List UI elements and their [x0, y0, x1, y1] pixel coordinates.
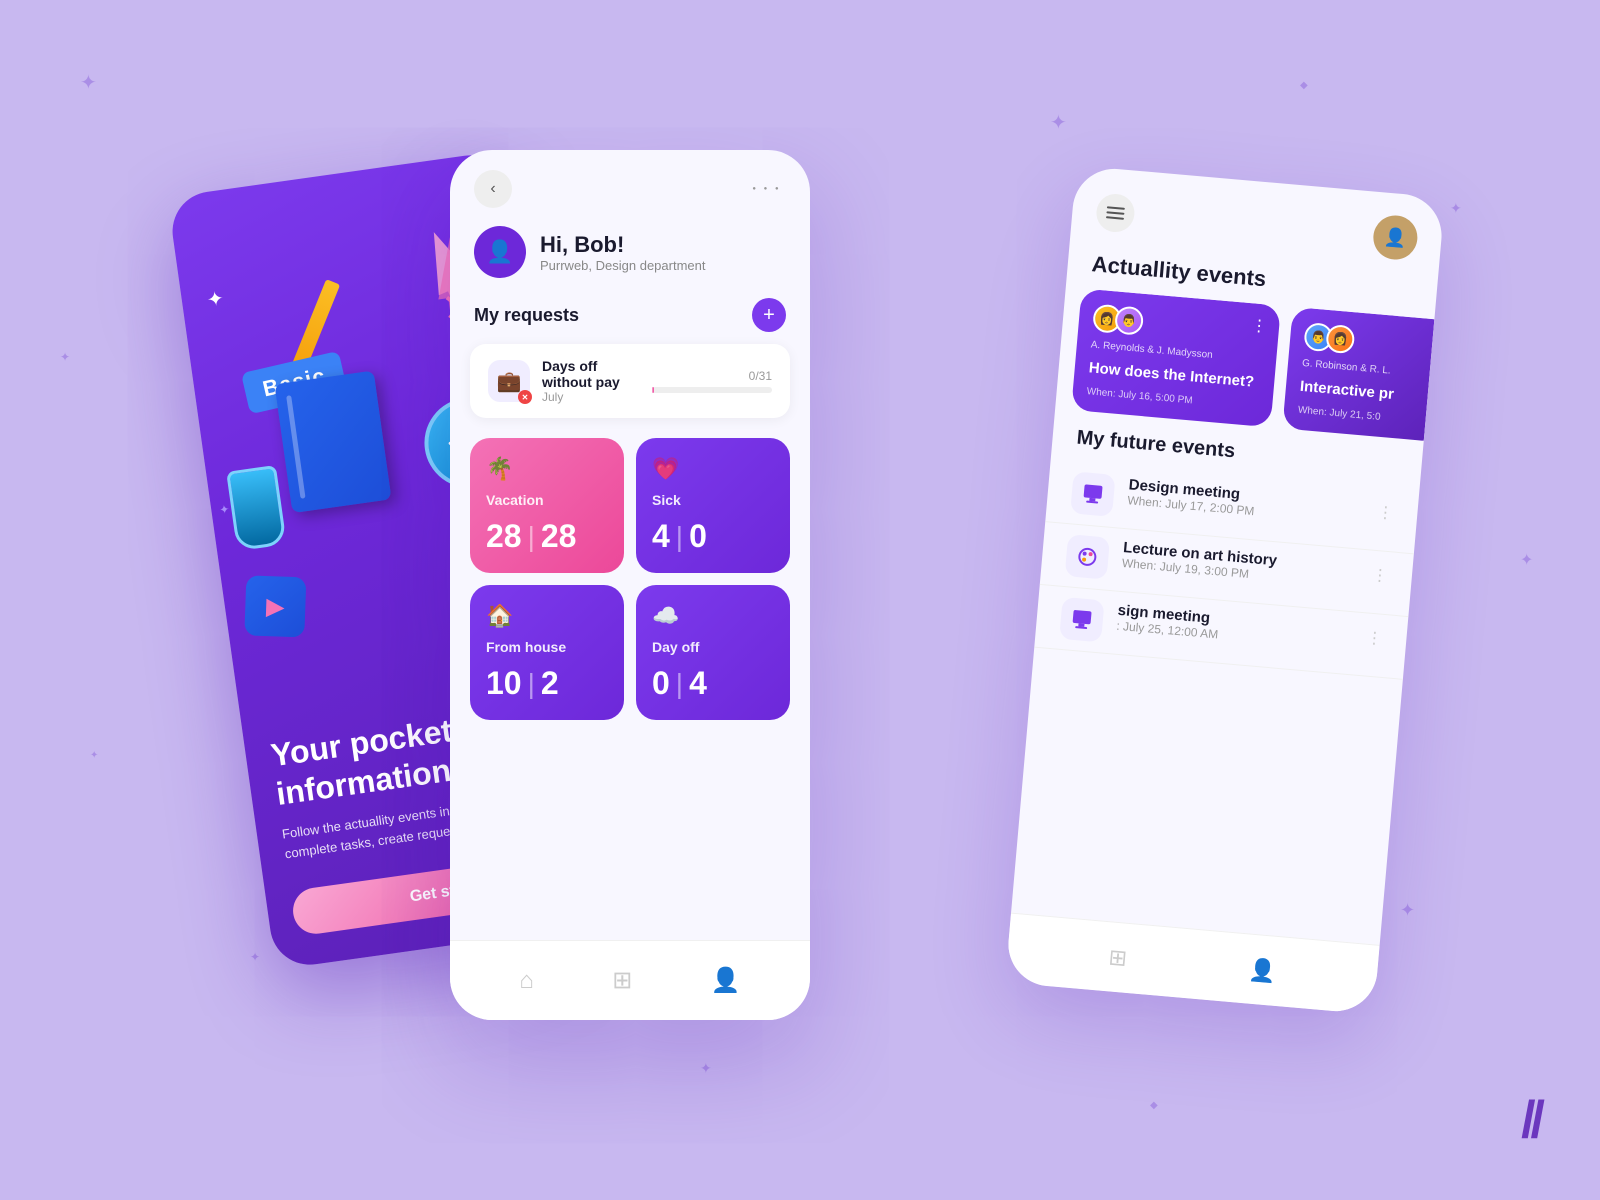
dayoff-icon: ☁️ — [652, 603, 774, 629]
event-more-button-1[interactable]: ⋮ — [1250, 315, 1268, 336]
user-avatar-right: 👤 — [1372, 214, 1420, 262]
dayoff-numbers: 0 | 4 — [652, 665, 774, 702]
greeting-text: Hi, Bob! — [540, 232, 705, 258]
event-avatar-2b: 👩 — [1325, 324, 1355, 354]
progress-bar — [652, 387, 772, 393]
fromhouse-icon: 🏠 — [486, 603, 608, 629]
event-when-2: When: July 21, 5:0 — [1298, 404, 1430, 426]
event-title-2: Interactive pr — [1299, 377, 1432, 408]
bottom-navigation: ⌂ ⊞ 👤 — [450, 940, 810, 1020]
back-button[interactable]: ‹ — [474, 170, 512, 208]
briefcase-icon: 💼 — [497, 369, 522, 394]
vacation-icon: 🌴 — [486, 456, 608, 482]
vacation-label: Vacation — [486, 492, 608, 508]
rc-nav-grid-button[interactable]: ⊞ — [1107, 944, 1128, 972]
flask-decoration — [226, 465, 287, 551]
brand-logo: // — [1521, 1090, 1540, 1150]
menu-button[interactable] — [1095, 192, 1136, 233]
progress-label: 0/31 — [652, 369, 772, 383]
vacation-numbers: 28 | 28 — [486, 518, 608, 555]
dayoff-tile[interactable]: ☁️ Day off 0 | 4 — [636, 585, 790, 720]
menu-line-2 — [1106, 211, 1124, 215]
fromhouse-sep: | — [528, 668, 535, 700]
future-icon-2 — [1065, 534, 1111, 580]
phones-container: Basic ✕ ✦ ✦ ✦ ● Your pocket information … — [250, 150, 1350, 1050]
right-phone-card: 👤 Actuallity events 👩 👨 ⋮ A. Reynolds & … — [1005, 165, 1445, 1014]
nav-home-button[interactable]: ⌂ — [519, 967, 534, 995]
request-period: July — [542, 390, 640, 404]
user-info: Hi, Bob! Purrweb, Design department — [540, 232, 705, 273]
request-info: Days off without pay July — [542, 358, 640, 404]
sick-num1: 4 — [652, 518, 670, 555]
fromhouse-num2: 2 — [541, 665, 559, 702]
menu-line-3 — [1106, 216, 1124, 220]
future-icon-1 — [1070, 471, 1116, 517]
future-info-1: Design meeting When: July 17, 2:00 PM — [1127, 476, 1365, 527]
request-name: Days off without pay — [542, 358, 640, 390]
rc-bottom-navigation: ⊞ 👤 — [1005, 913, 1380, 1015]
diamond-decoration — [244, 575, 306, 637]
future-icon-3 — [1059, 596, 1105, 642]
vacation-num1: 28 — [486, 518, 522, 555]
vacation-tile[interactable]: 🌴 Vacation 28 | 28 — [470, 438, 624, 573]
fromhouse-tile[interactable]: 🏠 From house 10 | 2 — [470, 585, 624, 720]
star-left-card3: ✦ — [218, 502, 230, 517]
avatar-icon: 👤 — [486, 239, 513, 265]
event-avatar-1b: 👨 — [1114, 305, 1144, 335]
dayoff-num2: 4 — [689, 665, 707, 702]
future-more-2[interactable]: ⋮ — [1371, 560, 1389, 585]
book-decoration — [274, 370, 391, 513]
vacation-sep: | — [528, 521, 535, 553]
middle-phone-card: ‹ ● ● ● 👤 Hi, Bob! Purrweb, Design depar… — [450, 150, 810, 1020]
back-icon: ‹ — [490, 180, 495, 198]
dayoff-sep: | — [676, 668, 683, 700]
sick-numbers: 4 | 0 — [652, 518, 774, 555]
progress-bar-fill — [652, 387, 654, 393]
future-more-1[interactable]: ⋮ — [1377, 498, 1395, 523]
request-progress: 0/31 — [652, 369, 772, 393]
vacation-num2: 28 — [541, 518, 577, 555]
star-left-card: ✦ — [205, 286, 225, 313]
future-more-3[interactable]: ⋮ — [1366, 623, 1384, 648]
menu-line-1 — [1107, 206, 1125, 210]
more-options-button[interactable]: ● ● ● — [748, 170, 786, 208]
monitor-icon — [1081, 482, 1105, 506]
nav-profile-button[interactable]: 👤 — [711, 966, 741, 995]
event-card-2[interactable]: 👨 👩 G. Robinson & R. L. Interactive pr W… — [1282, 307, 1434, 442]
avatar: 👤 — [474, 226, 526, 278]
nav-grid-button[interactable]: ⊞ — [612, 966, 632, 995]
event-avatars-2: 👨 👩 — [1303, 322, 1434, 361]
dots-icon: ● ● ● — [752, 186, 781, 192]
sick-tile[interactable]: 💗 Sick 4 | 0 — [636, 438, 790, 573]
sick-label: Sick — [652, 492, 774, 508]
palette-icon — [1075, 544, 1099, 568]
days-off-request-card[interactable]: 💼 ✕ Days off without pay July 0/31 — [470, 344, 790, 418]
sick-icon: 💗 — [652, 456, 774, 482]
request-icon: 💼 ✕ — [488, 360, 530, 402]
profile-section: 👤 Hi, Bob! Purrweb, Design department — [450, 218, 810, 294]
avatar-image: 👤 — [1383, 226, 1407, 249]
sick-sep: | — [676, 521, 683, 553]
event-card-1[interactable]: 👩 👨 ⋮ A. Reynolds & J. Madysson How does… — [1071, 288, 1281, 426]
event-names-2: G. Robinson & R. L. — [1302, 358, 1434, 380]
fromhouse-label: From house — [486, 639, 608, 655]
add-request-button[interactable]: + — [752, 298, 786, 332]
mc-header: ‹ ● ● ● — [450, 150, 810, 218]
fromhouse-num1: 10 — [486, 665, 522, 702]
requests-section-header: My requests + — [450, 294, 810, 344]
department-text: Purrweb, Design department — [540, 258, 705, 273]
future-info-3: sign meeting : July 25, 12:00 AM — [1116, 601, 1354, 652]
error-badge: ✕ — [518, 390, 532, 404]
future-info-2: Lecture on art history When: July 19, 3:… — [1121, 539, 1359, 590]
monitor-icon-2 — [1070, 607, 1094, 631]
fromhouse-numbers: 10 | 2 — [486, 665, 608, 702]
sick-num2: 0 — [689, 518, 707, 555]
request-tiles-grid: 🌴 Vacation 28 | 28 💗 Sick 4 | 0 — [450, 434, 810, 724]
event-avatars-1: 👩 👨 — [1092, 304, 1266, 347]
dayoff-num1: 0 — [652, 665, 670, 702]
rc-nav-profile-button[interactable]: 👤 — [1247, 956, 1277, 984]
dayoff-label: Day off — [652, 639, 774, 655]
requests-title: My requests — [474, 305, 579, 326]
